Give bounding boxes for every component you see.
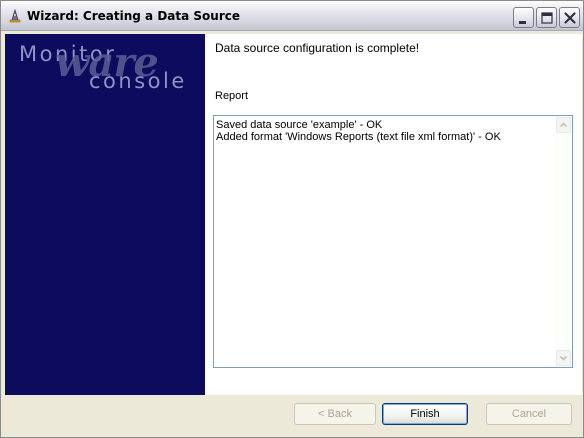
report-line: Saved data source 'example' - OK	[216, 119, 383, 131]
maximize-button[interactable]	[536, 7, 557, 28]
scroll-down-arrow-icon	[559, 355, 568, 361]
maximize-icon	[541, 12, 553, 24]
report-textbox[interactable]: Saved data source 'example' - OK Added f…	[213, 115, 573, 368]
wizard-banner: Monitor ware console	[5, 34, 205, 395]
wizard-window: Wizard: Creating a Data Source Monitor w…	[0, 0, 584, 438]
report-line: Added format 'Windows Reports (text file…	[216, 131, 501, 143]
minimize-button[interactable]	[513, 7, 534, 28]
content-pane: Data source configuration is complete! R…	[205, 34, 582, 395]
scroll-up-button[interactable]	[556, 117, 571, 133]
close-icon	[564, 12, 576, 24]
cancel-button[interactable]: Cancel	[486, 403, 572, 425]
close-button[interactable]	[559, 7, 580, 28]
window-title: Wizard: Creating a Data Source	[27, 9, 240, 23]
report-label: Report	[215, 90, 249, 102]
vertical-scrollbar[interactable]	[555, 116, 572, 367]
title-bar[interactable]: Wizard: Creating a Data Source	[1, 1, 583, 31]
finish-button[interactable]: Finish	[382, 403, 468, 425]
minimize-icon	[519, 21, 526, 24]
back-button[interactable]: < Back	[294, 403, 376, 425]
wizard-hat-icon	[8, 8, 22, 23]
completion-heading: Data source configuration is complete!	[215, 41, 420, 55]
scroll-up-arrow-icon	[559, 122, 568, 128]
report-lines: Saved data source 'example' - OK Added f…	[216, 119, 554, 143]
scroll-down-button[interactable]	[556, 350, 571, 366]
logo-text-console: console	[89, 69, 187, 93]
